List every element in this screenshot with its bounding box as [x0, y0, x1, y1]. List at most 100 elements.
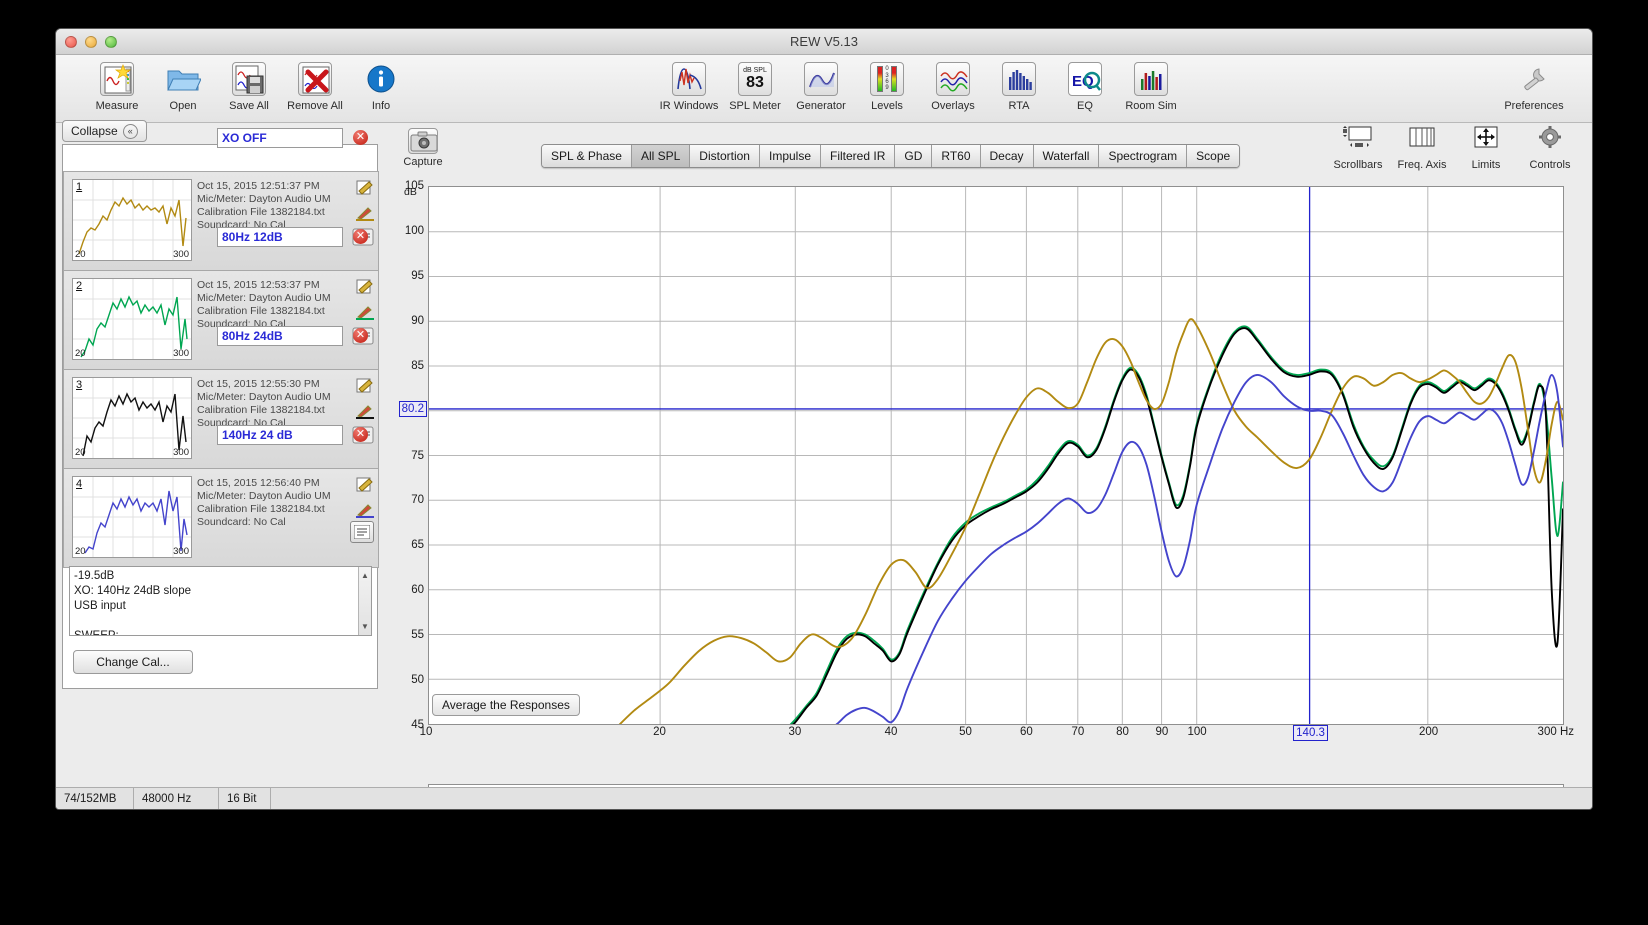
toolbar-right-group: Preferences	[1494, 59, 1574, 112]
measurement-thumbnail: 2 20 300	[72, 278, 192, 360]
thumb-x-max: 300	[173, 447, 189, 458]
trace-color-icon[interactable]	[356, 205, 374, 221]
toolbar-label: Overlays	[931, 100, 975, 112]
spl-meter-icon: dB SPL 83	[738, 59, 772, 99]
toolbar-generator-button[interactable]: Generator	[788, 59, 854, 112]
edit-icon[interactable]	[356, 378, 374, 394]
room-sim-icon	[1134, 59, 1168, 99]
toolbar-room-sim-button[interactable]: Room Sim	[1118, 59, 1184, 112]
tab-scope[interactable]: Scope	[1187, 145, 1240, 167]
thumb-x-max: 300	[173, 348, 189, 359]
notes-text: -19.5dB XO: 140Hz 24dB slope USB input S…	[74, 570, 191, 636]
delete-measurement-button-2[interactable]: ✕	[353, 229, 368, 244]
measurement-name-input-2[interactable]: 80Hz 12dB	[217, 227, 343, 247]
plot-area[interactable]	[428, 186, 1564, 725]
measurement-card[interactable]: 2 20 300 Oct 15, 2015 12:53:37 PM Mic/Me…	[63, 270, 379, 380]
scroll-down-icon[interactable]: ▼	[359, 619, 371, 634]
scroll-up-icon[interactable]: ▲	[359, 568, 371, 583]
tab-all-spl[interactable]: All SPL	[631, 145, 691, 167]
close-button[interactable]	[65, 36, 77, 48]
folder-open-icon	[165, 59, 201, 99]
measurement-date: Oct 15, 2015 12:51:37 PM	[197, 180, 320, 192]
tab-waterfall[interactable]: Waterfall	[1033, 145, 1100, 167]
measurement-name-input-4[interactable]: 140Hz 24 dB	[217, 425, 343, 445]
toolbar-levels-button[interactable]: 0369 Levels	[854, 59, 920, 112]
toolbar-center-group: IR Windows dB SPL 83 SPL Meter Generator…	[656, 59, 1184, 112]
measurement-info: Oct 15, 2015 12:56:40 PM Mic/Meter: Dayt…	[197, 477, 357, 529]
tab-decay[interactable]: Decay	[980, 145, 1034, 167]
spl-value: 83	[746, 74, 764, 91]
scrollbars-icon	[1341, 124, 1375, 157]
toolbar-preferences-button[interactable]: Preferences	[1494, 59, 1574, 112]
toolbar-label: EQ	[1077, 100, 1093, 112]
levels-icon: 0369	[870, 59, 904, 99]
tab-spl-phase[interactable]: SPL & Phase	[542, 145, 632, 167]
edit-icon[interactable]	[356, 477, 374, 493]
notes-scrollbar[interactable]: ▲ ▼	[358, 567, 371, 635]
controls-button[interactable]: Controls	[1518, 124, 1582, 171]
collapse-label: Collapse	[71, 124, 118, 138]
toolbar-ir-windows-button[interactable]: IR Windows	[656, 59, 722, 112]
measurement-name-input-3[interactable]: 80Hz 24dB	[217, 326, 343, 346]
measurement-thumbnail: 1 20 300	[72, 179, 192, 261]
toolbar-overlays-button[interactable]: Overlays	[920, 59, 986, 112]
trace-color-icon[interactable]	[356, 403, 374, 419]
measurement-cal: Calibration File 1382184.txt	[197, 404, 325, 416]
average-responses-button[interactable]: Average the Responses	[432, 694, 580, 716]
measurement-card[interactable]: 3 20 300 Oct 15, 2015 12:55:30 PM Mic/Me…	[63, 369, 379, 479]
graph-controls-group: Scrollbars Freq. Axis Limits Controls	[1326, 124, 1582, 171]
measurement-notes[interactable]: -19.5dB XO: 140Hz 24dB slope USB input S…	[69, 566, 372, 636]
delete-measurement-button-4[interactable]: ✕	[353, 427, 368, 442]
notes-icon-selected[interactable]	[350, 521, 374, 543]
trace-color-icon[interactable]	[356, 502, 374, 518]
limits-button[interactable]: Limits	[1454, 124, 1518, 171]
y-axis-tick: 60	[411, 584, 424, 597]
measurement-card[interactable]: 4 20 300 Oct 15, 2015 12:56:40 PM Mic/Me…	[63, 468, 379, 578]
measurement-date: Oct 15, 2015 12:56:40 PM	[197, 477, 320, 489]
edit-icon[interactable]	[356, 180, 374, 196]
freq-axis-button[interactable]: Freq. Axis	[1390, 124, 1454, 171]
collapse-sidebar-button[interactable]: Collapse «	[62, 120, 147, 142]
y-cursor-marker[interactable]: 80.2	[398, 400, 427, 417]
scrollbars-button[interactable]: Scrollbars	[1326, 124, 1390, 171]
toolbar-save-all-button[interactable]: Save All	[216, 59, 282, 112]
x-axis: 10 300 Hz 20 30 40 50 60 70 80 90 100 200 140.3	[420, 725, 1574, 746]
capture-button[interactable]: Capture	[392, 128, 454, 168]
measurement-name-input-1[interactable]: XO OFF	[217, 128, 343, 148]
toolbar-label: Measure	[95, 100, 139, 112]
toolbar-measure-button[interactable]: Measure	[84, 59, 150, 112]
toolbar-open-button[interactable]: Open	[150, 59, 216, 112]
tab-gd[interactable]: GD	[895, 145, 933, 167]
measurement-card[interactable]: 1 20 300 Oct 15, 2015 12:51:37 PM Mic/Me…	[63, 171, 379, 281]
x-axis-tick: 50	[959, 726, 972, 738]
toolbar-label: Generator	[796, 100, 846, 112]
tab-filtered-ir[interactable]: Filtered IR	[821, 145, 896, 167]
toolbar-label: Levels	[871, 100, 903, 112]
x-axis-tick: 80	[1116, 726, 1129, 738]
toolbar-rta-button[interactable]: RTA	[986, 59, 1052, 112]
tab-impulse[interactable]: Impulse	[759, 145, 822, 167]
control-label: Freq. Axis	[1397, 159, 1447, 171]
toolbar-spl-meter-button[interactable]: dB SPL 83 SPL Meter	[722, 59, 788, 112]
edit-icon[interactable]	[356, 279, 374, 295]
minimize-button[interactable]	[85, 36, 97, 48]
toolbar-eq-button[interactable]: EQ EQ	[1052, 59, 1118, 112]
zoom-button[interactable]	[105, 36, 117, 48]
trace-color-icon[interactable]	[356, 304, 374, 320]
x-cursor-marker[interactable]: 140.3	[1293, 725, 1328, 741]
ir-windows-icon	[672, 59, 706, 99]
tab-spectrogram[interactable]: Spectrogram	[1099, 145, 1188, 167]
delete-measurement-button-1[interactable]: ✕	[353, 130, 368, 145]
limits-icon	[1469, 124, 1503, 157]
window-title: REW V5.13	[790, 34, 858, 49]
y-axis: dB 105 100 95 90 85 75 70 65 60 55 50 45 80.2	[386, 180, 428, 731]
toolbar-remove-all-button[interactable]: Remove All	[282, 59, 348, 112]
measurement-thumbnail: 4 20 300	[72, 476, 192, 558]
toolbar-info-button[interactable]: Info	[348, 59, 414, 112]
delete-measurement-button-3[interactable]: ✕	[353, 328, 368, 343]
tab-rt60[interactable]: RT60	[932, 145, 981, 167]
eq-icon: EQ	[1068, 59, 1102, 99]
measurement-mic: Mic/Meter: Dayton Audio UM	[197, 292, 331, 304]
change-cal-button[interactable]: Change Cal...	[73, 650, 193, 674]
tab-distortion[interactable]: Distortion	[690, 145, 760, 167]
